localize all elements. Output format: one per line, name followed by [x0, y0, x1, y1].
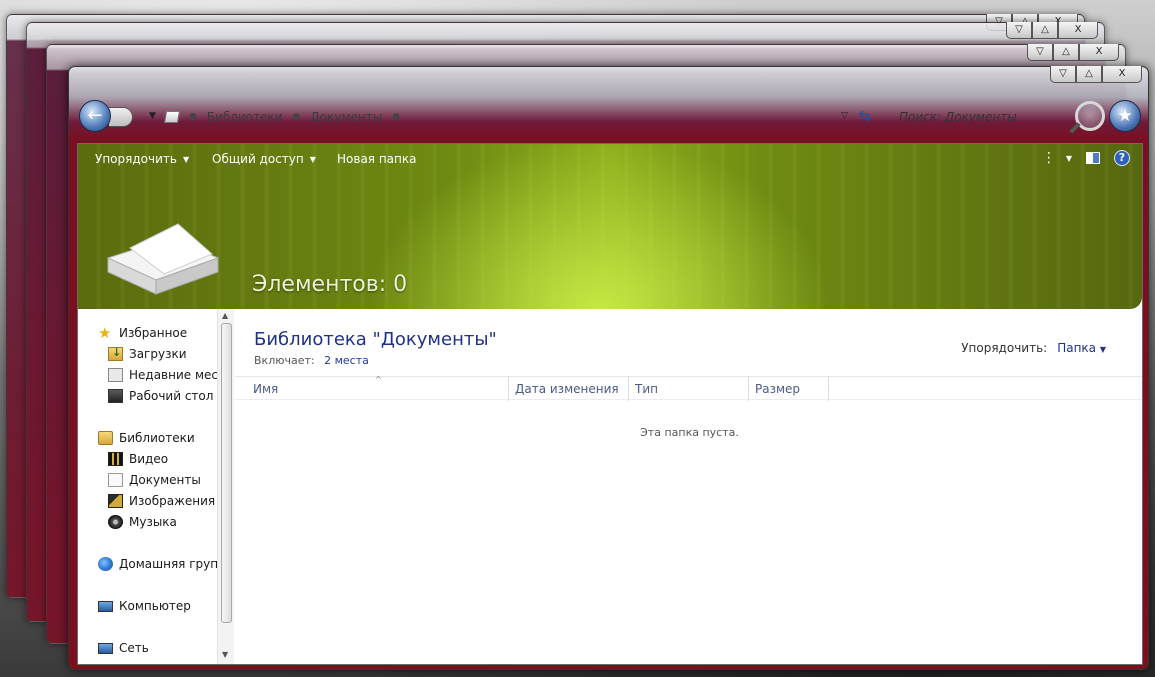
- chevron-right-icon[interactable]: ●: [189, 112, 197, 122]
- item-count: Элементов: 0: [252, 272, 408, 297]
- column-header-size[interactable]: Размер: [749, 377, 829, 401]
- sidebar-item-documents[interactable]: Документы: [80, 471, 220, 491]
- includes-label: Включает:: [254, 354, 315, 367]
- library-banner: Упорядочить ▼ Общий доступ ▼ Новая папка…: [78, 144, 1142, 309]
- homegroup-icon: [98, 557, 113, 571]
- sidebar-item-label: Изображения: [129, 494, 216, 508]
- sidebar-item-images[interactable]: Изображения: [108, 494, 215, 508]
- forward-button[interactable]: [109, 107, 133, 127]
- music-library-icon: [108, 515, 123, 529]
- star-icon: ★: [98, 324, 112, 342]
- sidebar-item-network[interactable]: Сеть: [98, 641, 149, 655]
- chevron-right-icon[interactable]: ●: [293, 112, 301, 122]
- column-header-date[interactable]: Дата изменения: [509, 377, 629, 401]
- network-icon: [98, 642, 113, 654]
- refresh-icon[interactable]: ⇆: [859, 107, 872, 125]
- explorer-window: ▽ △ X ← ▼ ● Библиотеки ● Документы ● ▽ ⇆…: [68, 66, 1149, 670]
- minimize-button[interactable]: ▽: [1006, 22, 1032, 39]
- caption-buttons: ▽ △ X: [1027, 44, 1119, 61]
- sidebar-scrollbar[interactable]: ▲ ▼: [217, 309, 234, 664]
- scroll-up-icon[interactable]: ▲: [222, 311, 228, 320]
- close-button[interactable]: X: [1079, 44, 1119, 61]
- chevron-right-icon[interactable]: ●: [392, 112, 400, 122]
- sidebar-item-label: Сеть: [119, 641, 149, 655]
- search-input[interactable]: Поиск: Документы: [887, 105, 1077, 129]
- column-header-name[interactable]: Имя: [247, 377, 509, 401]
- breadcrumb-libraries[interactable]: Библиотеки: [207, 110, 283, 124]
- sidebar-item-label: Компьютер: [119, 599, 191, 613]
- column-headers: ^ Имя Дата изменения Тип Размер: [235, 375, 1142, 401]
- view-controls: ⋮ ▼ ?: [1042, 150, 1130, 166]
- command-bar: Упорядочить ▼ Общий доступ ▼ Новая папка…: [78, 144, 1142, 174]
- library-icon: [163, 111, 181, 123]
- scroll-down-icon[interactable]: ▼: [222, 650, 228, 659]
- scrollbar-thumb[interactable]: [221, 323, 232, 623]
- share-menu[interactable]: Общий доступ ▼: [212, 152, 316, 166]
- desktop-icon: [108, 389, 123, 403]
- sidebar-item-recent-places[interactable]: Недавние места: [108, 368, 232, 382]
- maximize-button[interactable]: △: [1032, 22, 1058, 39]
- history-dropdown-icon[interactable]: ▼: [149, 111, 156, 121]
- share-label: Общий доступ: [212, 152, 304, 166]
- sidebar-item-video[interactable]: Видео: [108, 452, 168, 466]
- minimize-button[interactable]: ▽: [1027, 44, 1053, 61]
- sidebar-item-computer[interactable]: Компьютер: [98, 599, 191, 613]
- sidebar-item-downloads[interactable]: Загрузки: [108, 346, 187, 361]
- close-button[interactable]: X: [1058, 22, 1098, 39]
- library-title: Библиотека "Документы": [254, 329, 497, 350]
- sidebar-item-desktop[interactable]: Рабочий стол: [108, 389, 213, 403]
- back-arrow-icon: ←: [87, 105, 103, 126]
- locations-link[interactable]: 2 места: [324, 354, 369, 367]
- sidebar-item-label: Избранное: [119, 326, 188, 340]
- column-header-type[interactable]: Тип: [629, 377, 749, 401]
- breadcrumb-documents[interactable]: Документы: [310, 110, 382, 124]
- sidebar-item-libraries[interactable]: Библиотеки: [98, 431, 195, 445]
- sidebar-item-homegroup[interactable]: Домашняя группа: [98, 557, 233, 571]
- content-area: Упорядочить ▼ Общий доступ ▼ Новая папка…: [77, 143, 1143, 665]
- library-includes: Включает: 2 места: [254, 354, 369, 367]
- navigation-bar: ← ▼ ● Библиотеки ● Документы ● ▽ ⇆ Поиск…: [69, 67, 1148, 137]
- sidebar-item-favorites[interactable]: ★ Избранное: [98, 324, 188, 342]
- maximize-button[interactable]: △: [1053, 44, 1079, 61]
- arrange-by: Упорядочить: Папка ▼: [961, 341, 1106, 355]
- images-library-icon: [108, 494, 123, 508]
- downloads-folder-icon: [108, 346, 123, 361]
- documents-library-icon: [106, 223, 220, 295]
- new-folder-button[interactable]: Новая папка: [337, 152, 416, 166]
- empty-folder-message: Эта папка пуста.: [640, 426, 739, 439]
- sidebar-item-label: Документы: [129, 473, 201, 487]
- preview-pane-icon[interactable]: [1086, 152, 1100, 164]
- back-button[interactable]: ←: [79, 100, 111, 132]
- new-folder-label: Новая папка: [337, 152, 417, 166]
- arrange-label: Упорядочить:: [961, 341, 1048, 355]
- arrange-dropdown[interactable]: Папка ▼: [1057, 341, 1106, 355]
- video-library-icon: [108, 452, 123, 466]
- sidebar-item-label: Музыка: [129, 515, 177, 529]
- address-dropdown-icon[interactable]: ▽: [841, 111, 848, 121]
- organize-label: Упорядочить: [95, 152, 177, 166]
- caret-down-icon: ▼: [182, 154, 190, 164]
- computer-icon: [98, 600, 113, 612]
- file-list-pane: Библиотека "Документы" Включает: 2 места…: [235, 309, 1142, 664]
- help-icon[interactable]: ?: [1114, 150, 1130, 166]
- address-bar[interactable]: ● Библиотеки ● Документы ●: [163, 105, 857, 129]
- navigation-pane: ★ Избранное Загрузки Недавние места Рабо…: [78, 309, 234, 664]
- favorites-star-icon[interactable]: ★: [1109, 100, 1141, 132]
- recent-places-icon: [108, 368, 123, 382]
- sidebar-item-music[interactable]: Музыка: [108, 515, 177, 529]
- sidebar-item-label: Библиотеки: [119, 431, 195, 445]
- view-dropdown-icon[interactable]: ▼: [1066, 154, 1072, 163]
- sidebar-item-label: Рабочий стол: [129, 389, 214, 403]
- caret-down-icon: ▼: [1099, 345, 1106, 354]
- libraries-folder-icon: [98, 431, 113, 445]
- caret-down-icon: ▼: [309, 154, 316, 164]
- search-icon[interactable]: [1075, 101, 1105, 131]
- documents-library-small-icon: [108, 473, 123, 487]
- caption-buttons: ▽ △ X: [1006, 22, 1098, 39]
- arrange-value: Папка: [1057, 341, 1097, 355]
- organize-menu[interactable]: Упорядочить ▼: [95, 152, 189, 166]
- view-options-icon[interactable]: ⋮: [1042, 151, 1056, 165]
- sidebar-item-label: Видео: [129, 452, 169, 466]
- sidebar-item-label: Загрузки: [129, 347, 187, 361]
